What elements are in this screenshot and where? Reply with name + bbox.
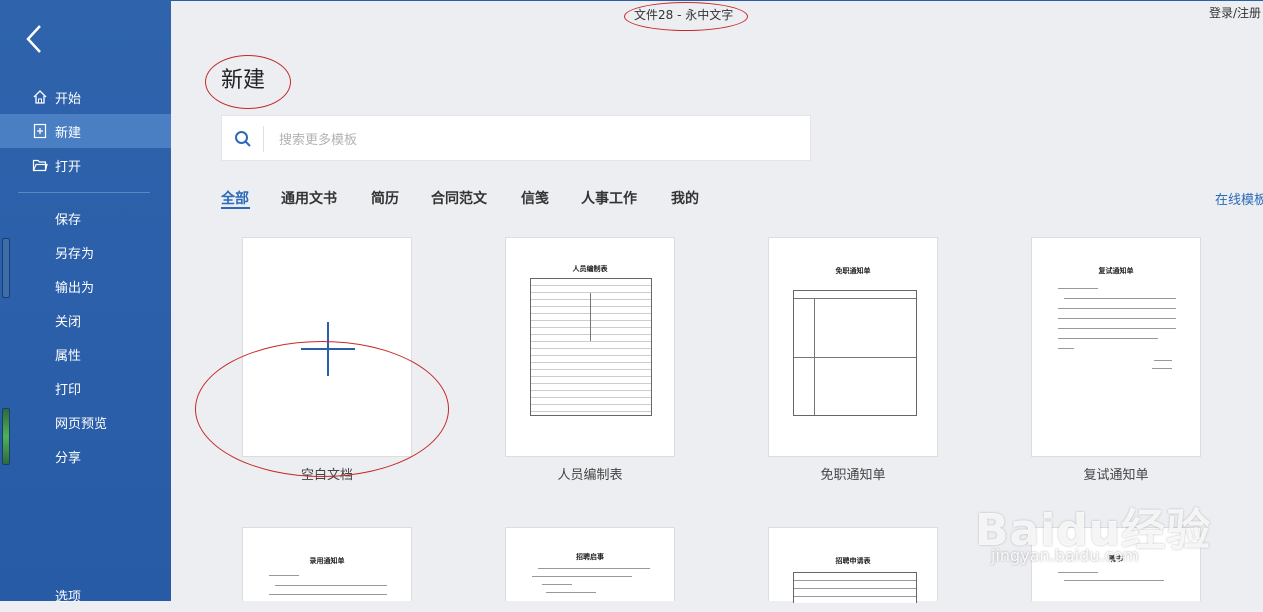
template-card-offer-notice[interactable]: 录用通知单 <box>242 527 412 601</box>
template-doc-title: 聘书 <box>1109 555 1123 563</box>
sidebar-item-label: 打开 <box>55 159 82 175</box>
template-label: 人员编制表 <box>557 468 623 483</box>
template-doc-title: 复试通知单 <box>1098 267 1134 275</box>
template-card-appointment-letter[interactable]: 聘书 <box>1031 527 1201 601</box>
template-label: 复试通知单 <box>1083 468 1149 483</box>
sidebar-item-label: 属性 <box>55 348 82 364</box>
template-doc-title: 免职通知单 <box>835 267 871 275</box>
sidebar-item-label: 选项 <box>55 589 82 605</box>
sidebar-item-label: 网页预览 <box>55 416 108 432</box>
tab-resume[interactable]: 简历 <box>371 188 399 208</box>
sidebar-item-label: 输出为 <box>55 280 95 296</box>
sidebar-item-options[interactable]: 选项 <box>0 578 171 612</box>
search-separator <box>263 126 264 152</box>
sidebar-item-label: 关闭 <box>55 314 82 330</box>
template-preview-table <box>793 290 917 416</box>
tab-contracts[interactable]: 合同范文 <box>431 188 487 208</box>
template-card-staffing-table[interactable]: 人员编制表 <box>505 237 675 457</box>
login-register-link[interactable]: 登录/注册 <box>1209 4 1261 21</box>
online-templates-link[interactable]: 在线模板 <box>1215 189 1263 208</box>
sidebar-item-print[interactable]: 打印 <box>0 371 171 405</box>
template-search <box>221 115 811 161</box>
sidebar-item-label: 保存 <box>55 212 82 228</box>
sidebar: 开始 新建 打开 保存 另存为 输出为 关闭 属性 打印 网页预览 分享 选项 <box>0 0 171 605</box>
template-doc-title: 招聘启事 <box>576 553 604 561</box>
tab-general-documents[interactable]: 通用文书 <box>281 188 337 208</box>
template-card-dismissal-notice[interactable]: 免职通知单 <box>768 237 938 457</box>
sidebar-item-save-as[interactable]: 另存为 <box>0 235 171 269</box>
chevron-left-icon <box>26 25 41 53</box>
active-tab-indicator <box>221 207 250 209</box>
tab-all[interactable]: 全部 <box>221 188 249 208</box>
scroll-grip <box>2 408 10 465</box>
sidebar-item-label: 另存为 <box>55 246 95 262</box>
open-folder-icon <box>31 156 49 174</box>
template-doc-title: 招聘申请表 <box>835 557 871 565</box>
template-preview-table <box>530 278 652 416</box>
tab-letters[interactable]: 信笺 <box>521 188 549 208</box>
back-button[interactable] <box>22 22 52 56</box>
template-label: 免职通知单 <box>820 468 886 483</box>
template-card-recruitment-application[interactable]: 招聘申请表 <box>768 527 938 603</box>
sidebar-item-label: 分享 <box>55 450 82 466</box>
template-card-blank[interactable] <box>242 237 412 457</box>
tab-hr-work[interactable]: 人事工作 <box>581 188 637 208</box>
template-card-recruitment-notice[interactable]: 招聘启事 <box>505 527 675 601</box>
sidebar-divider <box>18 192 150 193</box>
new-document-icon <box>31 122 49 140</box>
page-title: 新建 <box>221 68 266 93</box>
sidebar-item-export[interactable]: 输出为 <box>0 269 171 303</box>
sidebar-item-label: 新建 <box>55 125 82 141</box>
title-bar: 文件28 - 永中文字 登录/注册 <box>171 0 1263 29</box>
search-icon[interactable] <box>234 130 252 148</box>
sidebar-item-close[interactable]: 关闭 <box>0 303 171 337</box>
plus-icon <box>301 322 355 376</box>
search-input[interactable] <box>277 126 801 154</box>
template-card-retest-notice[interactable]: 复试通知单 <box>1031 237 1201 457</box>
sidebar-item-start[interactable]: 开始 <box>0 80 171 114</box>
template-doc-title: 人员编制表 <box>572 265 608 273</box>
sidebar-item-label: 开始 <box>55 91 82 107</box>
window-title: 文件28 - 永中文字 <box>634 8 734 22</box>
home-icon <box>31 88 49 106</box>
sidebar-item-web-preview[interactable]: 网页预览 <box>0 405 171 439</box>
template-label: 空白文档 <box>300 468 353 483</box>
sidebar-item-open[interactable]: 打开 <box>0 148 171 182</box>
sidebar-item-share[interactable]: 分享 <box>0 439 171 473</box>
scroll-grip <box>2 238 10 298</box>
sidebar-item-new[interactable]: 新建 <box>0 114 171 148</box>
tab-mine[interactable]: 我的 <box>671 188 699 208</box>
sidebar-item-properties[interactable]: 属性 <box>0 337 171 371</box>
sidebar-item-label: 打印 <box>55 382 82 398</box>
sidebar-item-save[interactable]: 保存 <box>0 201 171 235</box>
template-preview-table <box>793 572 917 603</box>
template-doc-title: 录用通知单 <box>309 557 345 565</box>
